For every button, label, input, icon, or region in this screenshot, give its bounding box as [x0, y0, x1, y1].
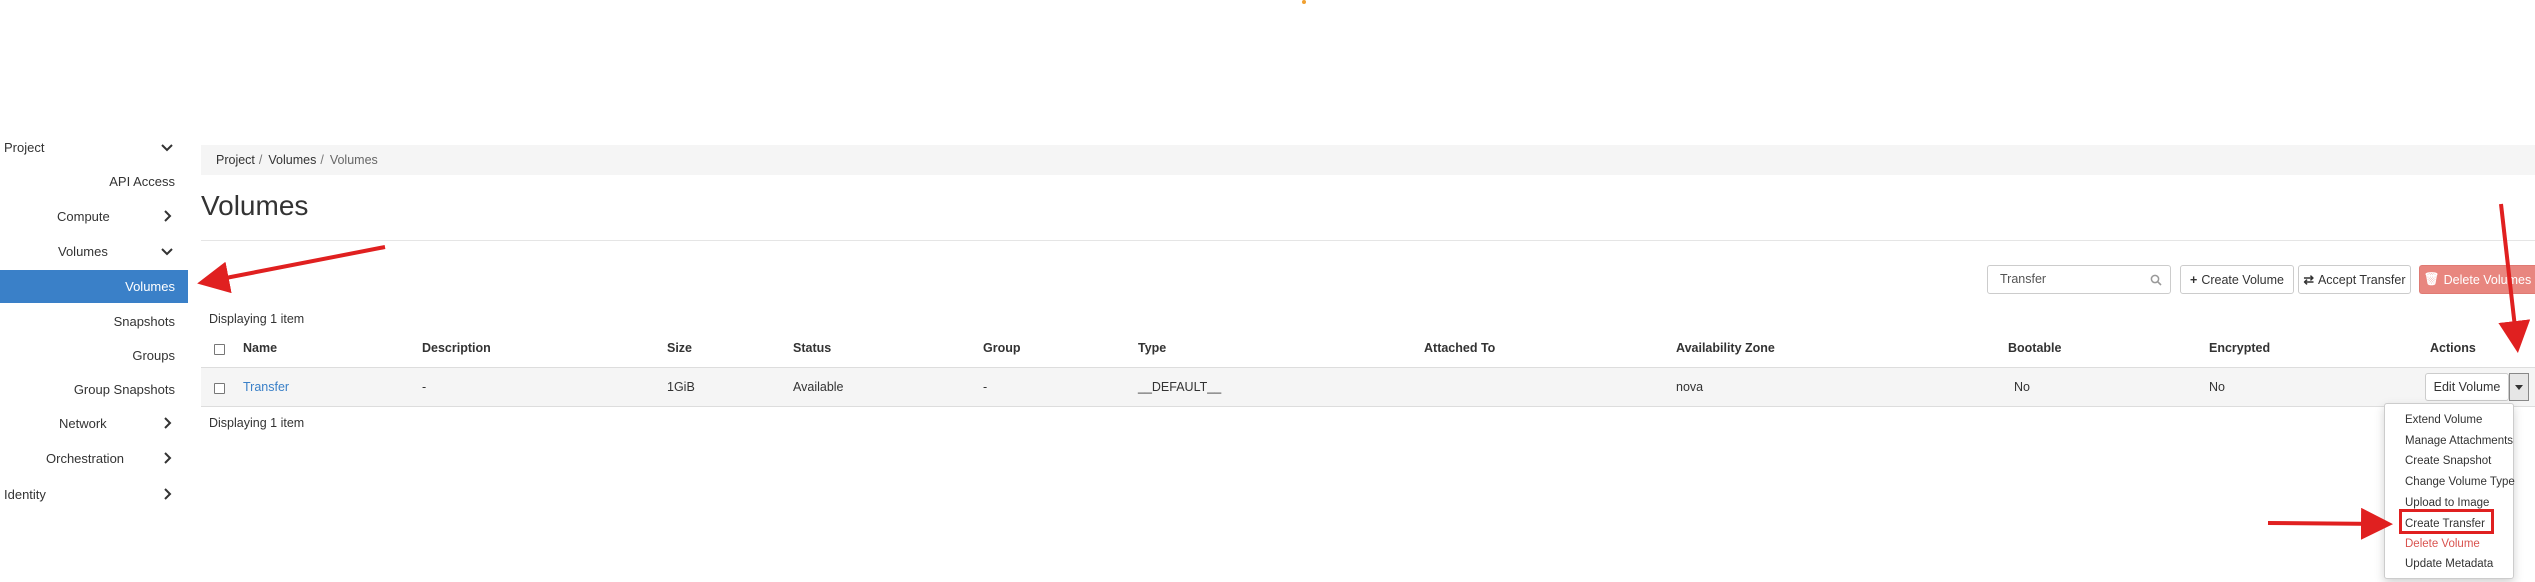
arrow-icon: [2267, 507, 2393, 540]
arrow-icon: [197, 245, 386, 294]
arrow-icon: [2498, 203, 2531, 353]
annotation-arrows: [197, 203, 2531, 540]
